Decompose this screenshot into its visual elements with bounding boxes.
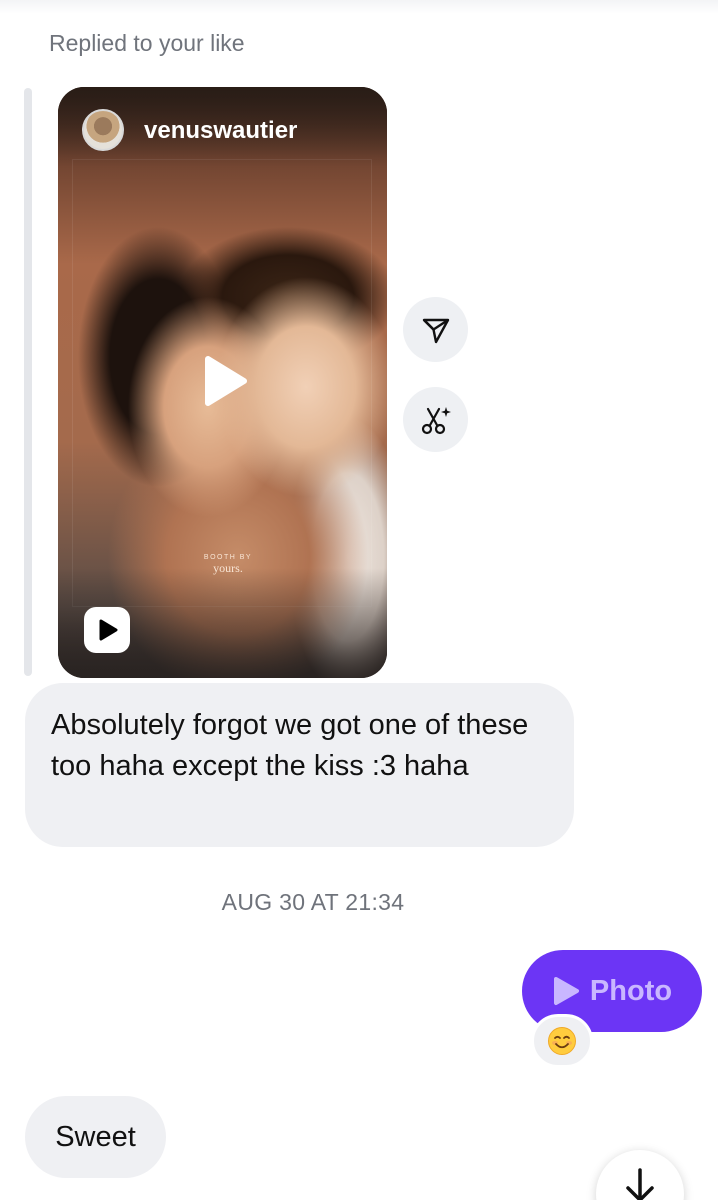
- message-timestamp: AUG 30 AT 21:34: [221, 889, 405, 915]
- incoming-message-bubble[interactable]: Absolutely forgot we got one of these to…: [25, 683, 574, 847]
- watermark-line-2: yours.: [213, 561, 243, 575]
- reel-author-name[interactable]: venuswautier: [144, 117, 297, 145]
- play-icon[interactable]: [194, 353, 250, 409]
- reply-context-label: Replied to your like: [49, 30, 245, 56]
- smiling-emoji-icon: [548, 1027, 576, 1055]
- photo-label: Photo: [589, 974, 673, 1007]
- incoming-message-bubble[interactable]: Sweet: [25, 1096, 166, 1178]
- paper-plane-icon: [422, 318, 449, 343]
- arrow-down-icon: [626, 1168, 654, 1200]
- watermark-line-1: BOOTH BY: [203, 554, 253, 561]
- reply-indicator-bar: [24, 88, 32, 676]
- reel-icon: [84, 607, 130, 653]
- booth-watermark: BOOTH BY yours.: [198, 554, 258, 576]
- shared-reel-card[interactable]: venuswautier BOOTH BY yours.: [58, 87, 387, 678]
- share-button[interactable]: [403, 297, 468, 362]
- top-edge: [0, 0, 718, 14]
- message-reaction[interactable]: [531, 1014, 593, 1068]
- scroll-to-bottom-button[interactable]: [596, 1150, 684, 1200]
- play-icon: [553, 977, 579, 1005]
- scissors-sparkle-icon: [421, 406, 451, 434]
- author-avatar[interactable]: [82, 109, 124, 151]
- remix-button[interactable]: [403, 387, 468, 452]
